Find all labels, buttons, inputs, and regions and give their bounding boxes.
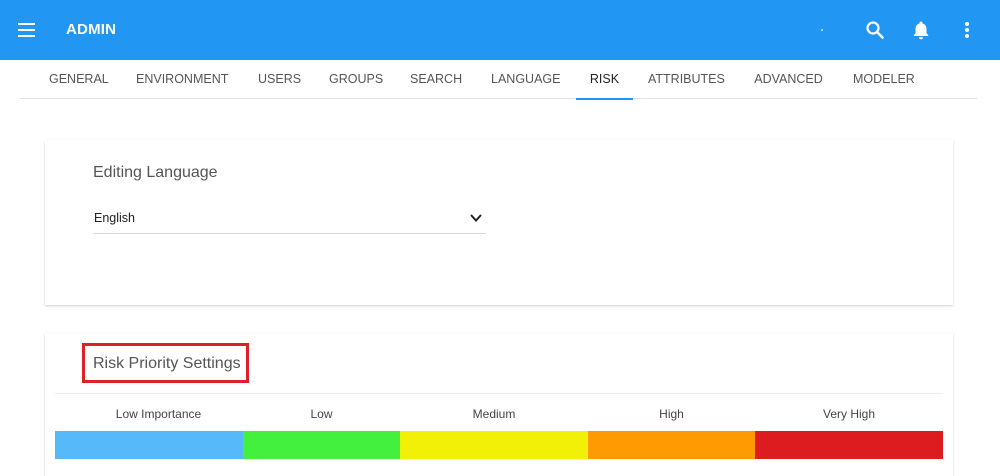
editing-language-title: Editing Language — [93, 164, 218, 181]
status-dot — [821, 29, 823, 31]
chevron-down-icon — [468, 210, 484, 226]
app-bar: ADMIN — [0, 0, 1000, 60]
priority-bar-high[interactable] — [588, 431, 755, 459]
app-title: ADMIN — [66, 21, 117, 38]
language-select-value: English — [94, 211, 135, 225]
priority-label-very-high: Very High — [822, 407, 876, 421]
highlight-box: Risk Priority Settings — [82, 343, 249, 383]
tab-advanced[interactable]: ADVANCED — [754, 60, 823, 99]
search-icon[interactable] — [863, 18, 887, 42]
priority-label-medium: Medium — [472, 407, 516, 421]
tab-environment[interactable]: ENVIRONMENT — [136, 60, 228, 99]
tab-language[interactable]: LANGUAGE — [491, 60, 560, 99]
more-vert-icon[interactable] — [955, 18, 979, 42]
admin-tabs: GENERAL ENVIRONMENT USERS GROUPS SEARCH … — [20, 60, 977, 100]
tab-risk[interactable]: RISK — [576, 60, 633, 100]
tab-attributes[interactable]: ATTRIBUTES — [648, 60, 725, 99]
risk-priority-title: Risk Priority Settings — [93, 355, 241, 372]
priority-bar-very-high[interactable] — [755, 431, 943, 459]
bell-icon[interactable] — [909, 18, 933, 42]
priority-label-low-importance: Low Importance — [115, 407, 202, 421]
priority-label-low: Low — [310, 407, 333, 421]
priority-bar-low[interactable] — [243, 431, 400, 459]
priority-bar-medium[interactable] — [400, 431, 588, 459]
tab-groups[interactable]: GROUPS — [329, 60, 383, 99]
priority-bar-low-importance[interactable] — [55, 431, 243, 459]
language-select[interactable]: English — [93, 202, 486, 234]
tab-search[interactable]: SEARCH — [410, 60, 462, 99]
divider — [55, 393, 943, 394]
tab-general[interactable]: GENERAL — [49, 60, 109, 99]
tab-modeler[interactable]: MODELER — [853, 60, 915, 99]
menu-icon[interactable] — [16, 19, 40, 41]
tab-users[interactable]: USERS — [258, 60, 301, 99]
risk-priority-card: Risk Priority Settings Low Importance Lo… — [45, 333, 953, 476]
priority-label-high: High — [659, 407, 684, 421]
editing-language-card: Editing Language English — [45, 140, 953, 305]
